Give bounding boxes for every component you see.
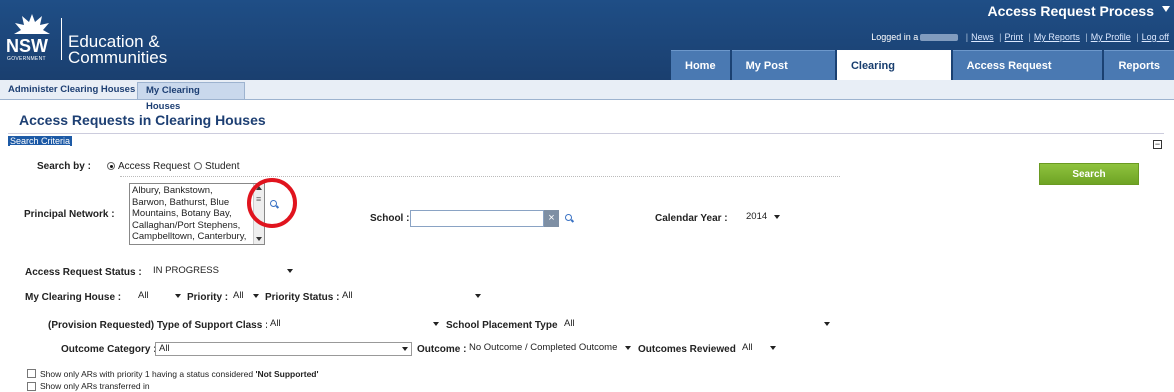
transferred-in-checkbox-label: Show only ARs transferred in	[40, 381, 150, 391]
calendar-year-value: 2014	[746, 211, 768, 222]
redacted-username	[920, 34, 959, 42]
logo-subtext: GOVERNMENT	[7, 56, 46, 62]
my-profile-link[interactable]: My Profile	[1091, 32, 1131, 42]
access-request-status-label: Access Request Status :	[25, 267, 142, 278]
access-request-status-select[interactable]: IN PROGRESS	[150, 265, 296, 279]
sub-tabs: Administer Clearing Houses My Clearing H…	[0, 80, 1174, 112]
chevron-down-icon	[433, 322, 439, 326]
waratah-icon	[14, 14, 50, 34]
outcomes-reviewed-label: Outcomes Reviewed :	[638, 344, 742, 355]
type-of-support-class-label: (Provision Requested) Type of Support Cl…	[48, 320, 269, 331]
outcome-value: No Outcome / Completed Outcome	[469, 342, 618, 353]
logo-text: NSW	[6, 36, 48, 56]
priority-label: Priority :	[187, 292, 229, 303]
transferred-in-checkbox[interactable]	[27, 382, 36, 391]
chevron-down-icon	[774, 215, 780, 219]
logged-in-label: Logged in a	[871, 32, 919, 42]
log-off-link[interactable]: Log off	[1142, 32, 1169, 42]
school-input[interactable]	[410, 210, 544, 227]
app-header: NSW GOVERNMENT Education & Communities A…	[0, 0, 1174, 102]
subtab-my-clearing-houses[interactable]: My Clearing Houses	[137, 82, 245, 112]
list-item[interactable]: Callaghan/Port Stephens,	[132, 220, 252, 232]
page-title: Access Requests in Clearing Houses	[19, 112, 266, 128]
list-item[interactable]: Albury, Bankstown,	[132, 185, 252, 197]
search-by-label: Search by :	[37, 161, 91, 172]
calendar-year-label: Calendar Year :	[655, 213, 728, 224]
outcome-label: Outcome :	[417, 344, 467, 355]
radio-student-label: Student	[205, 161, 240, 172]
my-clearing-house-value: All	[138, 290, 149, 301]
radio-access-request[interactable]	[107, 162, 115, 170]
outcomes-reviewed-value: All	[742, 342, 753, 353]
priority-status-value: All	[342, 290, 353, 301]
chevron-down-icon	[824, 322, 830, 326]
tab-home[interactable]: Home	[671, 50, 730, 80]
school-placement-type-select[interactable]: All	[561, 318, 833, 332]
priority-value: All	[233, 290, 244, 301]
chevron-down-icon	[175, 294, 181, 298]
not-supported-prefix: Show only ARs with priority 1 having a s…	[40, 369, 256, 379]
outcomes-reviewed-select[interactable]: All	[739, 342, 779, 356]
not-supported-emphasis: 'Not Supported'	[255, 369, 319, 379]
nsw-waratah-logo: NSW GOVERNMENT	[6, 12, 58, 62]
chevron-down-icon	[770, 346, 776, 350]
highlight-circle	[247, 178, 297, 228]
my-reports-link[interactable]: My Reports	[1034, 32, 1080, 42]
principal-network-listbox[interactable]: Albury, Bankstown, Barwon, Bathurst, Blu…	[129, 183, 265, 245]
outcome-category-label: Outcome Category :	[61, 344, 157, 355]
school-clear-button[interactable]: ×	[544, 210, 559, 227]
search-criteria-bar: Search Criteria −	[8, 133, 1164, 149]
type-of-support-class-value: All	[270, 318, 281, 329]
tab-my-post-office[interactable]: My Post Office	[731, 50, 835, 102]
scroll-down-icon[interactable]	[256, 237, 262, 241]
subtab-administer-clearing-houses[interactable]: Administer Clearing Houses	[0, 82, 145, 99]
chevron-down-icon	[625, 346, 631, 350]
tab-reports[interactable]: Reports	[1104, 50, 1174, 80]
collapse-icon[interactable]: −	[1153, 140, 1162, 149]
chevron-down-icon	[253, 294, 259, 298]
school-search-icon[interactable]	[565, 214, 572, 221]
priority-status-label: Priority Status :	[265, 292, 340, 303]
chevron-down-icon	[475, 294, 481, 298]
search-button[interactable]: Search	[1039, 163, 1139, 185]
tab-clearing-houses[interactable]: Clearing Houses	[836, 50, 951, 102]
outcome-select[interactable]: No Outcome / Completed Outcome	[466, 342, 634, 356]
search-criteria-link[interactable]: Search Criteria	[8, 136, 73, 146]
my-clearing-house-label: My Clearing House :	[25, 292, 122, 303]
app-title[interactable]: Access Request Process	[987, 3, 1154, 19]
calendar-year-select[interactable]: 2014	[743, 211, 783, 225]
list-item[interactable]: Campbelltown, Canterbury,	[132, 231, 252, 243]
list-item[interactable]: Barwon, Bathurst, Blue	[132, 197, 252, 209]
news-link[interactable]: News	[971, 32, 994, 42]
main-nav: Home My Post Office Clearing Houses Acce…	[671, 50, 1174, 102]
radio-access-request-label: Access Request	[118, 161, 191, 172]
list-item[interactable]: Mountains, Botany Bay,	[132, 208, 252, 220]
user-bar: Logged in a | News | Print | My Reports | My…	[871, 32, 1169, 42]
not-supported-checkbox[interactable]	[27, 369, 36, 378]
print-link[interactable]: Print	[1005, 32, 1024, 42]
logo-divider	[61, 18, 62, 60]
outcome-category-value: All	[159, 343, 170, 354]
principal-network-label: Principal Network :	[24, 209, 115, 220]
priority-status-select[interactable]: All	[339, 290, 484, 304]
school-placement-type-label: School Placement Type :	[446, 320, 564, 331]
school-placement-type-value: All	[564, 318, 575, 329]
divider	[120, 176, 840, 177]
outcome-category-select[interactable]: All	[155, 342, 412, 356]
access-request-status-value: IN PROGRESS	[153, 265, 219, 276]
not-supported-checkbox-label: Show only ARs with priority 1 having a s…	[40, 369, 319, 379]
chevron-down-icon	[402, 347, 408, 351]
my-clearing-house-select[interactable]: All	[135, 290, 184, 304]
priority-select[interactable]: All	[230, 290, 262, 304]
app-menu-caret-icon[interactable]	[1162, 6, 1170, 12]
radio-student[interactable]	[194, 162, 202, 170]
type-of-support-class-select[interactable]: All	[267, 318, 442, 332]
brand-line-2: Communities	[68, 48, 168, 67]
chevron-down-icon	[287, 269, 293, 273]
school-label: School :	[370, 213, 410, 224]
tab-access-request-panels[interactable]: Access Request Panels	[952, 50, 1103, 102]
